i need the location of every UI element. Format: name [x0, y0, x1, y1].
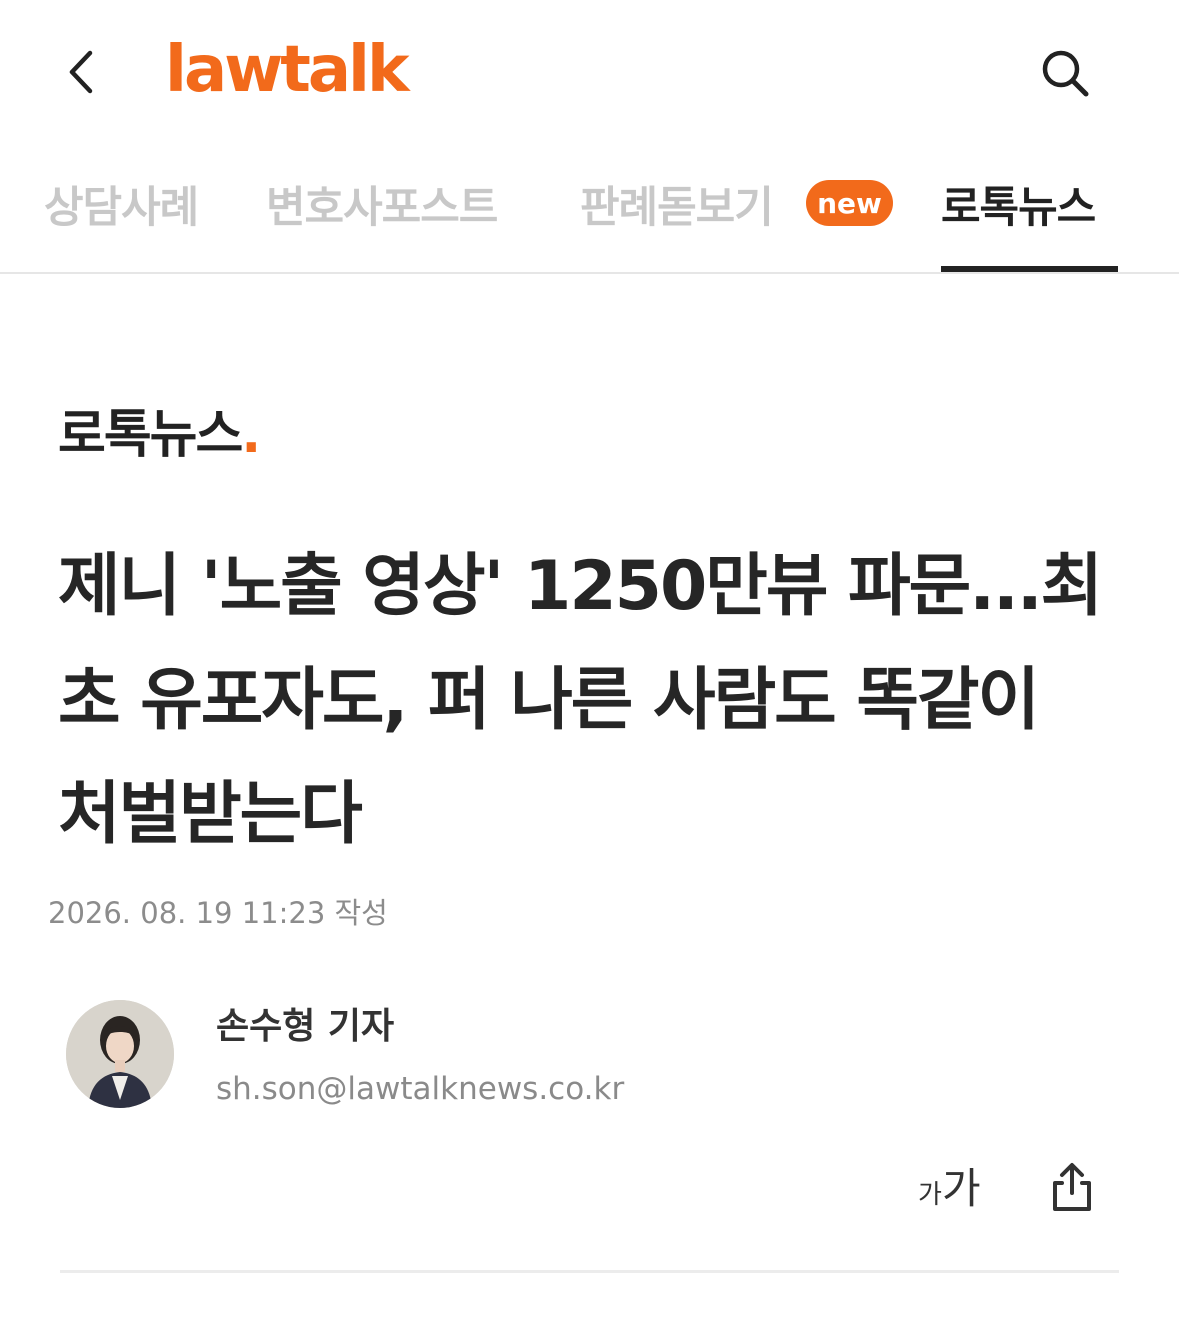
section-title-text: 로톡뉴스	[58, 405, 243, 465]
font-size-large-label: 가	[942, 1164, 981, 1213]
share-icon	[1053, 1163, 1091, 1211]
category-tabs: 상담사례 변호사포스트 판례돋보기 new 로톡뉴스	[0, 150, 1179, 274]
top-app-bar: lawtalk	[0, 0, 1179, 140]
font-size-button[interactable]: 가 가	[912, 1158, 988, 1218]
tab-lawtalk-news[interactable]: 로톡뉴스	[941, 178, 1096, 238]
font-size-small-label: 가	[918, 1180, 942, 1210]
search-icon	[1042, 50, 1089, 97]
tab-case-law[interactable]: 판례돋보기	[580, 178, 774, 238]
section-title: 로톡뉴스.	[58, 400, 261, 470]
content-divider	[60, 1270, 1119, 1273]
active-tab-indicator	[941, 266, 1118, 272]
tab-consultation-cases[interactable]: 상담사례	[44, 178, 199, 238]
article-title: 제니 '노출 영상' 1250만뷰 파문...최초 유포자도, 퍼 나른 사람도…	[58, 547, 1103, 854]
author-name[interactable]: 손수형 기자	[216, 1002, 394, 1052]
back-button[interactable]	[56, 44, 106, 100]
author-avatar	[66, 1000, 174, 1108]
tab-lawyer-posts[interactable]: 변호사포스트	[266, 178, 498, 238]
author-info: 손수형 기자 sh.son@lawtalknews.co.kr	[66, 1000, 766, 1110]
new-badge: new	[806, 180, 893, 226]
section-title-dot: .	[241, 405, 261, 465]
article-date: 2026. 08. 19 11:23 작성	[48, 896, 388, 930]
share-button[interactable]	[1042, 1156, 1102, 1218]
author-email[interactable]: sh.son@lawtalknews.co.kr	[216, 1068, 624, 1110]
search-button[interactable]	[1034, 42, 1096, 104]
chevron-left-icon	[69, 50, 93, 94]
lawtalk-logo[interactable]: lawtalk	[165, 30, 410, 110]
